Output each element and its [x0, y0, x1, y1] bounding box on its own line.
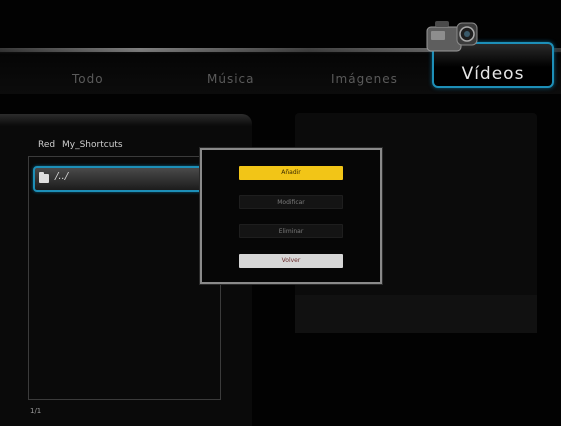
tab-videos-label: Vídeos	[461, 64, 525, 84]
page-counter: 1/1	[30, 407, 42, 415]
file-list	[28, 156, 221, 400]
preview-info-band	[295, 295, 537, 333]
list-item-label: /../	[55, 171, 69, 182]
list-item-parent-folder[interactable]: /../	[33, 166, 205, 192]
add-button[interactable]: Añadir	[239, 166, 343, 180]
video-camera-icon	[426, 21, 478, 52]
source-network-label[interactable]: Red	[38, 140, 55, 150]
tab-all[interactable]: Todo	[72, 72, 104, 86]
options-dialog: Añadir Modificar Eliminar Volver	[200, 148, 382, 284]
tab-music[interactable]: Música	[207, 72, 255, 86]
folder-icon	[39, 172, 49, 183]
source-shortcuts-label[interactable]: My_Shortcuts	[62, 140, 123, 150]
back-button[interactable]: Volver	[239, 254, 343, 268]
media-browser-screen: Todo Música Imágenes Vídeos Red My_Short…	[0, 0, 561, 426]
modify-button[interactable]: Modificar	[239, 195, 343, 209]
tab-images[interactable]: Imágenes	[331, 72, 398, 86]
delete-button[interactable]: Eliminar	[239, 224, 343, 238]
source-panel-header	[0, 114, 252, 126]
